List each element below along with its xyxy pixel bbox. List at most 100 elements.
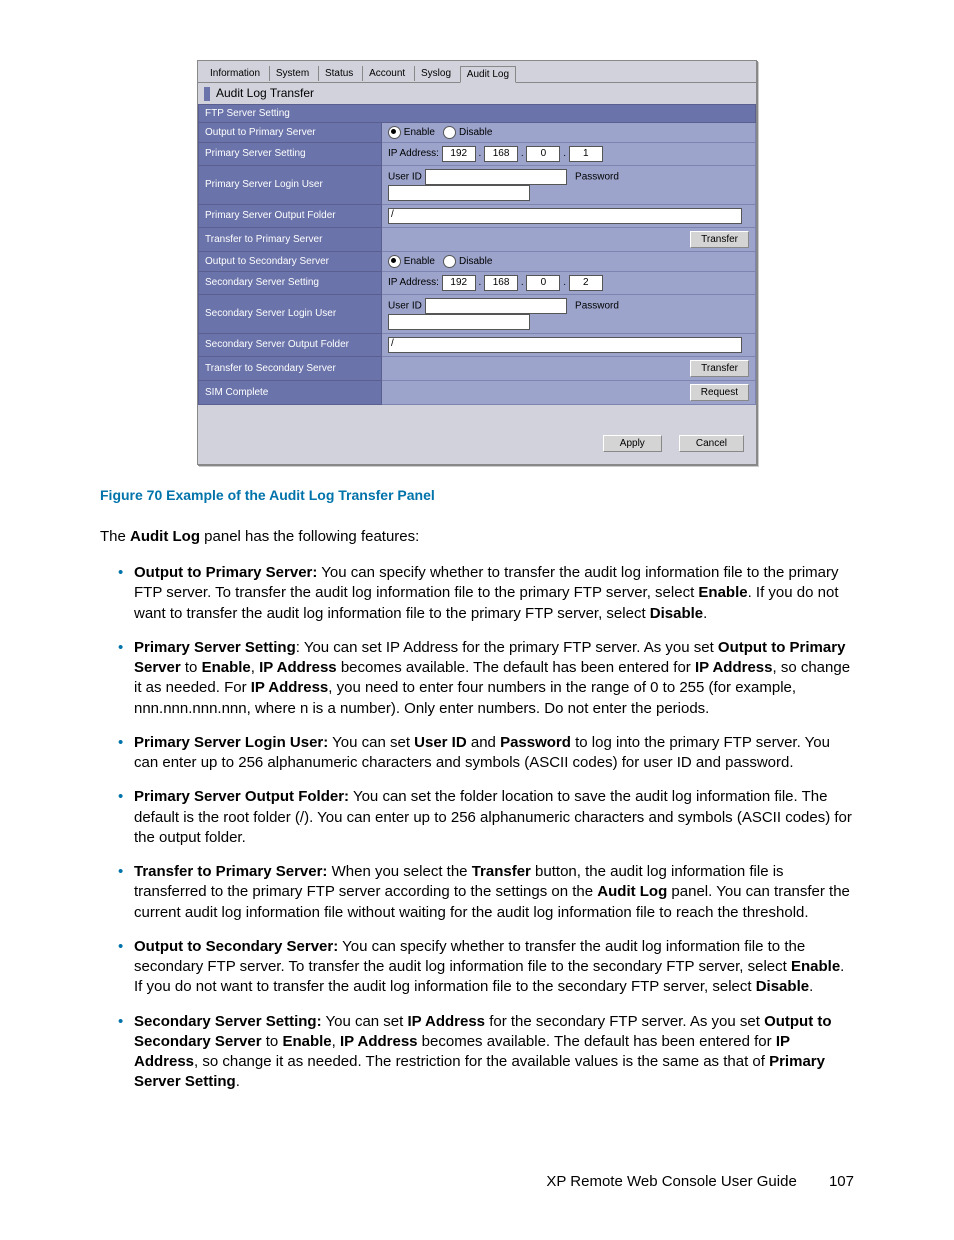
primary-ip-4[interactable]: 1 xyxy=(569,146,603,162)
b7-a: You can set xyxy=(322,1013,408,1030)
b3-b: User ID xyxy=(414,734,467,751)
row-transfer-secondary-label: Transfer to Secondary Server xyxy=(199,356,382,380)
row-output-primary-label: Output to Primary Server xyxy=(199,122,382,142)
primary-ip-2[interactable]: 168 xyxy=(484,146,518,162)
row-secondary-folder-label: Secondary Server Output Folder xyxy=(199,333,382,356)
b7-h: IP Address xyxy=(340,1033,418,1050)
b1-d: Disable xyxy=(650,605,703,622)
row-output-primary-value: Enable Disable xyxy=(382,122,756,142)
b1-b: Enable xyxy=(698,584,747,601)
primary-disable-radio[interactable] xyxy=(443,126,456,139)
userid-label: User ID xyxy=(388,171,422,182)
b2-j: IP Address xyxy=(251,679,329,696)
primary-userid-input[interactable] xyxy=(425,169,567,185)
tab-information[interactable]: Information xyxy=(204,66,266,81)
secondary-password-input[interactable] xyxy=(388,314,530,330)
tab-status[interactable]: Status xyxy=(318,66,359,81)
footer-title: XP Remote Web Console User Guide xyxy=(546,1173,796,1190)
ip-label: IP Address: xyxy=(388,148,439,159)
bullet-primary-login: Primary Server Login User: You can set U… xyxy=(118,733,854,774)
transfer-primary-button[interactable]: Transfer xyxy=(690,231,749,248)
row-primary-setting-label: Primary Server Setting xyxy=(199,142,382,165)
b1-e: . xyxy=(703,605,707,622)
secondary-ip-4[interactable]: 2 xyxy=(569,275,603,291)
secondary-ip-1[interactable]: 192 xyxy=(442,275,476,291)
panel-subheader: Audit Log Transfer xyxy=(198,82,756,104)
b7-k: , so change it as needed. The restrictio… xyxy=(194,1053,769,1070)
row-secondary-setting-value: IP Address: 192 . 168 . 0 . 2 xyxy=(382,271,756,294)
b2-c: to xyxy=(181,659,202,676)
b3-c: and xyxy=(467,734,500,751)
primary-ip-1[interactable]: 192 xyxy=(442,146,476,162)
primary-disable-label: Disable xyxy=(459,127,492,138)
b2-f: IP Address xyxy=(259,659,337,676)
b2-g: becomes available. The default has been … xyxy=(337,659,695,676)
tab-audit-log[interactable]: Audit Log xyxy=(460,66,516,83)
bullet-primary-setting: Primary Server Setting: You can set IP A… xyxy=(118,638,854,719)
apply-button[interactable]: Apply xyxy=(603,435,662,452)
b2-e: , xyxy=(251,659,259,676)
b6-b: Enable xyxy=(791,958,840,975)
secondary-enable-label: Enable xyxy=(404,256,435,267)
b6-e: . xyxy=(809,978,813,995)
bullet-output-primary: Output to Primary Server: You can specif… xyxy=(118,563,854,624)
transfer-secondary-button[interactable]: Transfer xyxy=(690,360,749,377)
b6-d: Disable xyxy=(756,978,809,995)
tab-syslog[interactable]: Syslog xyxy=(414,66,457,81)
b5-b: Transfer xyxy=(472,863,531,880)
b5-title: Transfer to Primary Server: xyxy=(134,863,327,880)
b7-f: Enable xyxy=(282,1033,331,1050)
ip-label-2: IP Address: xyxy=(388,277,439,288)
bullet-secondary-setting: Secondary Server Setting: You can set IP… xyxy=(118,1012,854,1093)
password-label-2: Password xyxy=(575,300,619,311)
primary-folder-input[interactable]: / xyxy=(388,208,742,224)
b7-m: . xyxy=(236,1073,240,1090)
bullet-primary-folder: Primary Server Output Folder: You can se… xyxy=(118,787,854,848)
secondary-userid-input[interactable] xyxy=(425,298,567,314)
tab-bar: Information System Status Account Syslog… xyxy=(198,61,756,82)
b2-d: Enable xyxy=(202,659,251,676)
b7-g: , xyxy=(332,1033,340,1050)
primary-enable-label: Enable xyxy=(404,127,435,138)
secondary-folder-input[interactable]: / xyxy=(388,337,742,353)
page-footer: XP Remote Web Console User Guide 107 xyxy=(100,1173,854,1190)
b5-d: Audit Log xyxy=(597,883,667,900)
secondary-ip-3[interactable]: 0 xyxy=(526,275,560,291)
b5-a: When you select the xyxy=(327,863,471,880)
b7-b: IP Address xyxy=(407,1013,485,1030)
row-secondary-login-value: User ID Password xyxy=(382,294,756,333)
primary-password-input[interactable] xyxy=(388,185,530,201)
audit-log-panel: Information System Status Account Syslog… xyxy=(197,60,757,465)
b4-title: Primary Server Output Folder: xyxy=(134,788,349,805)
primary-ip-3[interactable]: 0 xyxy=(526,146,560,162)
intro-post: panel has the following features: xyxy=(200,528,419,545)
b7-e: to xyxy=(262,1033,283,1050)
row-primary-login-label: Primary Server Login User xyxy=(199,165,382,204)
intro-paragraph: The Audit Log panel has the following fe… xyxy=(100,527,854,547)
tab-account[interactable]: Account xyxy=(362,66,411,81)
footer-page-number: 107 xyxy=(829,1173,854,1190)
b7-i: becomes available. The default has been … xyxy=(418,1033,776,1050)
secondary-disable-radio[interactable] xyxy=(443,255,456,268)
b3-d: Password xyxy=(500,734,571,751)
password-label: Password xyxy=(575,171,619,182)
row-sim-value: Request xyxy=(382,380,756,404)
secondary-ip-2[interactable]: 168 xyxy=(484,275,518,291)
tab-system[interactable]: System xyxy=(269,66,315,81)
subheader-text: Audit Log Transfer xyxy=(216,86,314,100)
cancel-button[interactable]: Cancel xyxy=(679,435,744,452)
row-sim-label: SIM Complete xyxy=(199,380,382,404)
row-primary-folder-label: Primary Server Output Folder xyxy=(199,204,382,227)
request-button[interactable]: Request xyxy=(690,384,749,401)
intro-pre: The xyxy=(100,528,130,545)
row-transfer-secondary-value: Transfer xyxy=(382,356,756,380)
ftp-table: FTP Server Setting Output to Primary Ser… xyxy=(198,104,756,405)
b2-title: Primary Server Setting xyxy=(134,639,296,656)
row-output-secondary-value: Enable Disable xyxy=(382,251,756,271)
figure-caption: Figure 70 Example of the Audit Log Trans… xyxy=(100,487,854,503)
row-output-secondary-label: Output to Secondary Server xyxy=(199,251,382,271)
row-primary-login-value: User ID Password xyxy=(382,165,756,204)
primary-enable-radio[interactable] xyxy=(388,126,401,139)
row-secondary-setting-label: Secondary Server Setting xyxy=(199,271,382,294)
secondary-enable-radio[interactable] xyxy=(388,255,401,268)
